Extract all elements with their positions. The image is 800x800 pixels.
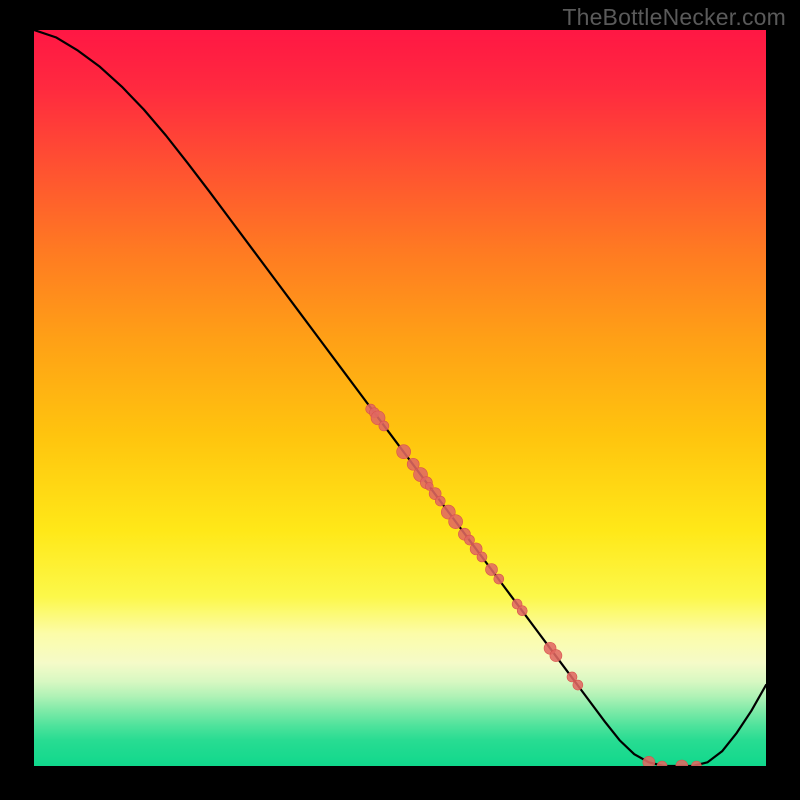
- data-point: [494, 574, 504, 584]
- data-point: [643, 756, 655, 766]
- watermark-text: TheBottleNecker.com: [562, 4, 786, 31]
- data-point: [550, 650, 562, 662]
- chart-svg: [34, 30, 766, 766]
- data-point: [477, 552, 487, 562]
- plot-area: [34, 30, 766, 766]
- data-point: [379, 421, 389, 431]
- chart-container: TheBottleNecker.com: [0, 0, 800, 800]
- data-point: [435, 496, 445, 506]
- gradient-bg: [34, 30, 766, 766]
- data-point: [573, 680, 583, 690]
- data-point: [449, 515, 463, 529]
- data-point: [517, 606, 527, 616]
- data-point: [486, 563, 498, 575]
- data-point: [397, 445, 411, 459]
